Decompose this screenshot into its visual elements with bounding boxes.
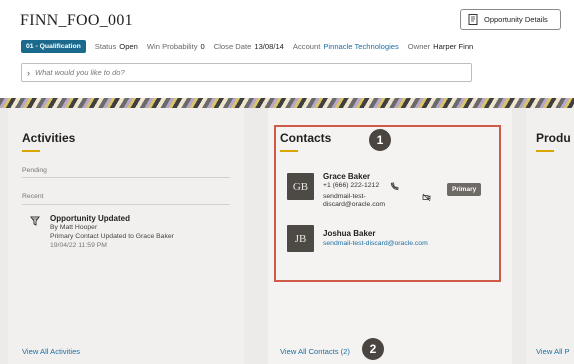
- owner-key: Owner: [407, 42, 431, 51]
- video-off-icon[interactable]: [422, 193, 431, 202]
- page-title: FINN_FOO_001: [20, 12, 133, 29]
- win-probability-key: Win Probability: [146, 42, 198, 51]
- products-panel: [526, 108, 574, 364]
- opportunity-details-label: Opportunity Details: [484, 15, 548, 24]
- view-all-contacts-link[interactable]: View All Contacts (2): [280, 347, 350, 356]
- status-key: Status: [94, 42, 117, 51]
- opportunity-meta-row: 01 - Qualification Status Open Win Proba…: [21, 40, 482, 53]
- decorative-banner: [0, 98, 574, 108]
- activity-author: By Matt Hooper: [50, 224, 98, 231]
- owner-value: Harper Finn: [433, 42, 474, 51]
- recent-divider: [22, 204, 230, 205]
- callout-badge-1: 1: [369, 129, 391, 151]
- pending-divider: [22, 177, 230, 178]
- ask-placeholder: What would you like to do?: [35, 68, 125, 77]
- activity-text: Opportunity Updated By Matt Hooper Prima…: [50, 214, 174, 250]
- contact-name-link[interactable]: Grace Baker: [323, 172, 370, 181]
- contact-email-link[interactable]: sendmail-test-discard@oracle.com: [323, 240, 428, 247]
- products-heading: Produ: [536, 131, 571, 145]
- win-probability-value: 0: [200, 42, 205, 51]
- account-key: Account: [292, 42, 321, 51]
- activity-description: Primary Contact Updated to Grace Baker: [50, 233, 174, 240]
- activities-heading-underline: [22, 150, 40, 152]
- activities-heading: Activities: [22, 131, 76, 145]
- document-icon: [468, 14, 478, 25]
- activity-title: Opportunity Updated: [50, 214, 130, 223]
- primary-badge: Primary: [447, 183, 482, 196]
- view-all-activities-link[interactable]: View All Activities: [22, 347, 80, 356]
- contact-email-line1: sendmail-test-: [323, 193, 366, 200]
- view-all-products-link[interactable]: View All P: [536, 347, 570, 356]
- avatar: GB: [287, 173, 314, 200]
- recent-label: Recent: [22, 193, 44, 200]
- phone-muted-icon[interactable]: [390, 182, 399, 191]
- opportunity-details-button[interactable]: Opportunity Details: [460, 9, 561, 30]
- products-heading-underline: [536, 150, 554, 152]
- status-value: Open: [119, 42, 138, 51]
- opportunity-header: FINN_FOO_001 Opportunity Details 01 - Qu…: [0, 0, 574, 98]
- contact-email-line2: discard@oracle.com: [323, 201, 386, 208]
- account-link[interactable]: Pinnacle Technologies: [323, 42, 398, 51]
- contact-phone: +1 (666) 222-1212: [323, 182, 380, 189]
- callout-badge-2: 2: [362, 338, 384, 360]
- activity-timestamp: 19/04/22 11:59 PM: [50, 242, 107, 249]
- contact-name-link[interactable]: Joshua Baker: [323, 229, 375, 238]
- close-date-value: 13/08/14: [254, 42, 284, 51]
- stage-badge: 01 - Qualification: [21, 40, 86, 53]
- pending-label: Pending: [22, 167, 47, 174]
- close-date-key: Close Date: [213, 42, 252, 51]
- filter-funnel-icon: [30, 216, 40, 226]
- ask-input[interactable]: › What would you like to do?: [21, 63, 472, 82]
- contacts-highlight-box: [274, 125, 501, 282]
- avatar: JB: [287, 225, 314, 252]
- chevron-right-icon: ›: [27, 67, 30, 78]
